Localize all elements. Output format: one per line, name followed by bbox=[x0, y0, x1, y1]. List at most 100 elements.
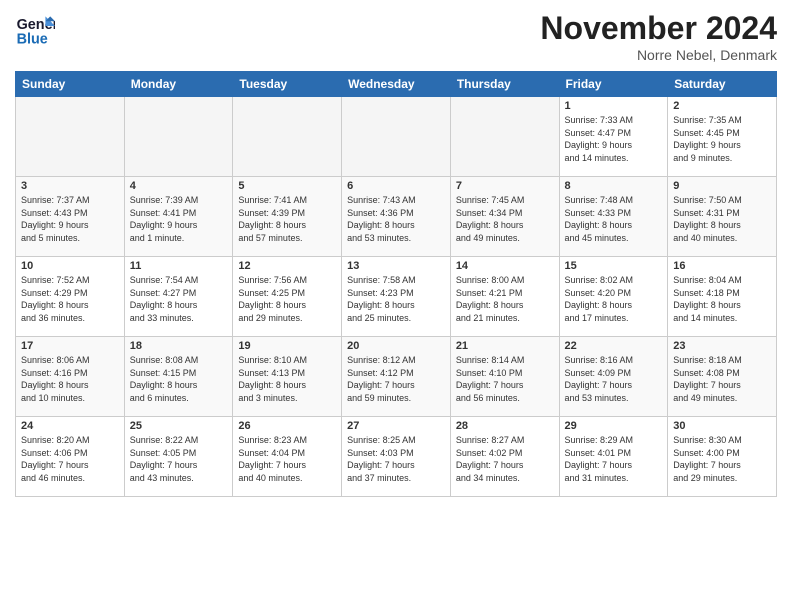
calendar-week-3: 17Sunrise: 8:06 AM Sunset: 4:16 PM Dayli… bbox=[16, 337, 777, 417]
day-info: Sunrise: 8:27 AM Sunset: 4:02 PM Dayligh… bbox=[456, 434, 554, 484]
day-info: Sunrise: 7:37 AM Sunset: 4:43 PM Dayligh… bbox=[21, 194, 119, 244]
day-number: 18 bbox=[130, 340, 228, 352]
day-number: 30 bbox=[673, 420, 771, 432]
day-info: Sunrise: 8:12 AM Sunset: 4:12 PM Dayligh… bbox=[347, 354, 445, 404]
day-number: 20 bbox=[347, 340, 445, 352]
day-number: 10 bbox=[21, 260, 119, 272]
calendar-cell bbox=[16, 97, 125, 177]
location: Norre Nebel, Denmark bbox=[540, 47, 777, 63]
calendar-cell: 8 Sunrise: 7:48 AM Sunset: 4:33 PM Daylig… bbox=[559, 177, 668, 257]
day-info: Sunrise: 7:45 AM Sunset: 4:34 PM Dayligh… bbox=[456, 194, 554, 244]
col-friday: Friday bbox=[559, 72, 668, 97]
month-title: November 2024 bbox=[540, 10, 777, 47]
day-number: 1 bbox=[565, 100, 663, 112]
calendar-cell: 19 Sunrise: 8:10 AM Sunset: 4:13 PM Dayli… bbox=[233, 337, 342, 417]
page: General Blue November 2024 Norre Nebel, … bbox=[0, 0, 792, 612]
title-area: November 2024 Norre Nebel, Denmark bbox=[540, 10, 777, 63]
col-thursday: Thursday bbox=[450, 72, 559, 97]
header-row: Sunday Monday Tuesday Wednesday Thursday… bbox=[16, 72, 777, 97]
calendar-cell: 23Sunrise: 8:18 AM Sunset: 4:08 PM Dayli… bbox=[668, 337, 777, 417]
day-number: 4 bbox=[130, 180, 228, 192]
calendar-cell bbox=[450, 97, 559, 177]
calendar-cell: 27 Sunrise: 8:25 AM Sunset: 4:03 PM Dayli… bbox=[342, 417, 451, 497]
day-number: 15 bbox=[565, 260, 663, 272]
day-number: 8 bbox=[565, 180, 663, 192]
day-number: 2 bbox=[673, 100, 771, 112]
calendar-cell: 1 Sunrise: 7:33 AM Sunset: 4:47 PM Daylig… bbox=[559, 97, 668, 177]
day-number: 21 bbox=[456, 340, 554, 352]
calendar-cell: 13 Sunrise: 7:58 AM Sunset: 4:23 PM Dayli… bbox=[342, 257, 451, 337]
calendar-cell: 30 Sunrise: 8:30 AM Sunset: 4:00 PM Dayli… bbox=[668, 417, 777, 497]
day-number: 11 bbox=[130, 260, 228, 272]
day-info: Sunrise: 8:30 AM Sunset: 4:00 PM Dayligh… bbox=[673, 434, 771, 484]
day-info: Sunrise: 8:02 AM Sunset: 4:20 PM Dayligh… bbox=[565, 274, 663, 324]
day-info: Sunrise: 7:52 AM Sunset: 4:29 PM Dayligh… bbox=[21, 274, 119, 324]
calendar-cell: 26 Sunrise: 8:23 AM Sunset: 4:04 PM Dayli… bbox=[233, 417, 342, 497]
day-info: Sunrise: 8:29 AM Sunset: 4:01 PM Dayligh… bbox=[565, 434, 663, 484]
calendar-cell: 17Sunrise: 8:06 AM Sunset: 4:16 PM Dayli… bbox=[16, 337, 125, 417]
calendar-cell: 7 Sunrise: 7:45 AM Sunset: 4:34 PM Daylig… bbox=[450, 177, 559, 257]
day-info: Sunrise: 7:33 AM Sunset: 4:47 PM Dayligh… bbox=[565, 114, 663, 164]
calendar-cell: 21 Sunrise: 8:14 AM Sunset: 4:10 PM Dayli… bbox=[450, 337, 559, 417]
calendar-cell: 15 Sunrise: 8:02 AM Sunset: 4:20 PM Dayli… bbox=[559, 257, 668, 337]
day-info: Sunrise: 7:56 AM Sunset: 4:25 PM Dayligh… bbox=[238, 274, 336, 324]
col-saturday: Saturday bbox=[668, 72, 777, 97]
day-info: Sunrise: 7:50 AM Sunset: 4:31 PM Dayligh… bbox=[673, 194, 771, 244]
day-number: 23 bbox=[673, 340, 771, 352]
day-number: 13 bbox=[347, 260, 445, 272]
day-info: Sunrise: 7:54 AM Sunset: 4:27 PM Dayligh… bbox=[130, 274, 228, 324]
calendar-cell bbox=[124, 97, 233, 177]
calendar-cell: 4 Sunrise: 7:39 AM Sunset: 4:41 PM Daylig… bbox=[124, 177, 233, 257]
calendar-cell: 22Sunrise: 8:16 AM Sunset: 4:09 PM Dayli… bbox=[559, 337, 668, 417]
day-number: 26 bbox=[238, 420, 336, 432]
day-info: Sunrise: 8:04 AM Sunset: 4:18 PM Dayligh… bbox=[673, 274, 771, 324]
day-info: Sunrise: 8:00 AM Sunset: 4:21 PM Dayligh… bbox=[456, 274, 554, 324]
day-number: 7 bbox=[456, 180, 554, 192]
day-number: 17 bbox=[21, 340, 119, 352]
calendar-cell: 28 Sunrise: 8:27 AM Sunset: 4:02 PM Dayli… bbox=[450, 417, 559, 497]
day-number: 29 bbox=[565, 420, 663, 432]
calendar-cell: 24 Sunrise: 8:20 AM Sunset: 4:06 PM Dayli… bbox=[16, 417, 125, 497]
day-info: Sunrise: 8:20 AM Sunset: 4:06 PM Dayligh… bbox=[21, 434, 119, 484]
calendar-cell: 9Sunrise: 7:50 AM Sunset: 4:31 PM Daylig… bbox=[668, 177, 777, 257]
day-info: Sunrise: 8:23 AM Sunset: 4:04 PM Dayligh… bbox=[238, 434, 336, 484]
day-info: Sunrise: 8:08 AM Sunset: 4:15 PM Dayligh… bbox=[130, 354, 228, 404]
day-info: Sunrise: 8:25 AM Sunset: 4:03 PM Dayligh… bbox=[347, 434, 445, 484]
day-number: 6 bbox=[347, 180, 445, 192]
calendar-cell: 3 Sunrise: 7:37 AM Sunset: 4:43 PM Daylig… bbox=[16, 177, 125, 257]
header: General Blue November 2024 Norre Nebel, … bbox=[15, 10, 777, 63]
calendar-cell: 2Sunrise: 7:35 AM Sunset: 4:45 PM Daylig… bbox=[668, 97, 777, 177]
calendar-week-1: 3 Sunrise: 7:37 AM Sunset: 4:43 PM Daylig… bbox=[16, 177, 777, 257]
calendar-table: Sunday Monday Tuesday Wednesday Thursday… bbox=[15, 71, 777, 497]
calendar-cell: 18 Sunrise: 8:08 AM Sunset: 4:15 PM Dayli… bbox=[124, 337, 233, 417]
logo-icon: General Blue bbox=[15, 10, 55, 50]
day-info: Sunrise: 7:39 AM Sunset: 4:41 PM Dayligh… bbox=[130, 194, 228, 244]
logo: General Blue bbox=[15, 10, 59, 50]
calendar-week-2: 10 Sunrise: 7:52 AM Sunset: 4:29 PM Dayli… bbox=[16, 257, 777, 337]
day-number: 3 bbox=[21, 180, 119, 192]
calendar-cell bbox=[342, 97, 451, 177]
day-number: 27 bbox=[347, 420, 445, 432]
day-info: Sunrise: 8:22 AM Sunset: 4:05 PM Dayligh… bbox=[130, 434, 228, 484]
day-info: Sunrise: 7:43 AM Sunset: 4:36 PM Dayligh… bbox=[347, 194, 445, 244]
day-info: Sunrise: 7:41 AM Sunset: 4:39 PM Dayligh… bbox=[238, 194, 336, 244]
calendar-cell: 20 Sunrise: 8:12 AM Sunset: 4:12 PM Dayli… bbox=[342, 337, 451, 417]
day-number: 19 bbox=[238, 340, 336, 352]
day-number: 16 bbox=[673, 260, 771, 272]
calendar-cell: 29 Sunrise: 8:29 AM Sunset: 4:01 PM Dayli… bbox=[559, 417, 668, 497]
calendar-week-4: 24 Sunrise: 8:20 AM Sunset: 4:06 PM Dayli… bbox=[16, 417, 777, 497]
day-info: Sunrise: 8:16 AM Sunset: 4:09 PM Dayligh… bbox=[565, 354, 663, 404]
calendar-cell: 5 Sunrise: 7:41 AM Sunset: 4:39 PM Daylig… bbox=[233, 177, 342, 257]
calendar-cell bbox=[233, 97, 342, 177]
day-info: Sunrise: 8:14 AM Sunset: 4:10 PM Dayligh… bbox=[456, 354, 554, 404]
calendar-cell: 10 Sunrise: 7:52 AM Sunset: 4:29 PM Dayli… bbox=[16, 257, 125, 337]
day-number: 24 bbox=[21, 420, 119, 432]
day-number: 28 bbox=[456, 420, 554, 432]
day-info: Sunrise: 7:58 AM Sunset: 4:23 PM Dayligh… bbox=[347, 274, 445, 324]
day-number: 12 bbox=[238, 260, 336, 272]
day-number: 5 bbox=[238, 180, 336, 192]
col-sunday: Sunday bbox=[16, 72, 125, 97]
day-info: Sunrise: 8:10 AM Sunset: 4:13 PM Dayligh… bbox=[238, 354, 336, 404]
calendar-cell: 6 Sunrise: 7:43 AM Sunset: 4:36 PM Daylig… bbox=[342, 177, 451, 257]
day-info: Sunrise: 7:48 AM Sunset: 4:33 PM Dayligh… bbox=[565, 194, 663, 244]
